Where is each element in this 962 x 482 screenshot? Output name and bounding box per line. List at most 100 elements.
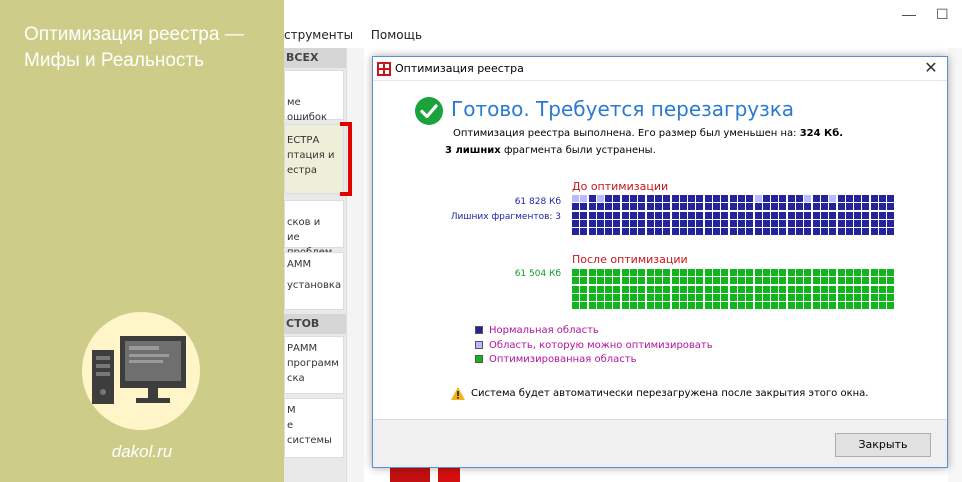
memory-block (596, 203, 604, 211)
memory-block (572, 269, 579, 276)
close-button[interactable]: Закрыть (835, 433, 931, 457)
memory-block (646, 228, 654, 236)
memory-block (613, 277, 621, 285)
memory-block (737, 219, 745, 227)
sidebar-item[interactable]: РАММ программ ска (284, 336, 344, 394)
memory-block (796, 302, 804, 310)
minimize-icon[interactable]: — (902, 6, 916, 22)
sidebar-item[interactable]: сков и ие проблем (284, 200, 344, 258)
memory-block (580, 195, 588, 202)
memory-block (837, 211, 845, 219)
memory-block (713, 195, 721, 202)
memory-block (804, 285, 812, 293)
memory-block (887, 195, 895, 202)
memory-block (696, 302, 704, 310)
memory-block (696, 293, 704, 301)
restart-warning: Система будет автоматически перезагружен… (471, 388, 869, 399)
memory-block (704, 277, 712, 285)
after-optimization-label: После оптимизации (572, 253, 688, 266)
memory-block (762, 293, 770, 301)
memory-block (704, 195, 712, 202)
memory-block (829, 203, 837, 211)
memory-block (713, 228, 721, 236)
memory-block (638, 211, 646, 219)
memory-block (621, 219, 629, 227)
sidebar-item[interactable]: М е системы (284, 398, 344, 458)
before-size: 61 828 Кб (514, 197, 561, 207)
memory-block (762, 211, 770, 219)
memory-block (796, 293, 804, 301)
maximize-icon[interactable]: ☐ (936, 6, 949, 23)
memory-block (630, 203, 638, 211)
sidebar-item-registry[interactable]: ЕСТРА птация и естра (284, 124, 344, 194)
memory-block (596, 269, 604, 276)
memory-block (787, 195, 795, 202)
memory-block (746, 211, 754, 219)
sidebar-item-label: ЕСТРА (287, 135, 320, 146)
memory-block (779, 269, 787, 276)
memory-block (746, 293, 754, 301)
memory-block (588, 228, 596, 236)
legend-label: Область, которую можно оптимизировать (489, 340, 713, 351)
memory-block (754, 293, 762, 301)
memory-block (845, 293, 853, 301)
memory-block (870, 277, 878, 285)
memory-block (654, 219, 662, 227)
memory-block (688, 302, 696, 310)
memory-block (862, 285, 870, 293)
sidebar-item[interactable]: АММ установка (284, 252, 344, 310)
memory-block (804, 293, 812, 301)
memory-block (663, 302, 671, 310)
background-scroll-strip (346, 48, 364, 482)
memory-block (721, 211, 729, 219)
memory-block (829, 285, 837, 293)
memory-block (713, 293, 721, 301)
memory-block (878, 285, 886, 293)
memory-block (787, 219, 795, 227)
memory-block (854, 302, 862, 310)
memory-block (646, 203, 654, 211)
background-right-panel (948, 48, 962, 482)
memory-block (829, 195, 837, 202)
close-icon[interactable]: ✕ (921, 58, 941, 78)
memory-block (588, 269, 596, 276)
memory-block (829, 211, 837, 219)
memory-block (588, 293, 596, 301)
memory-block (729, 195, 737, 202)
memory-block (621, 277, 629, 285)
menu-help[interactable]: Помощь (371, 28, 422, 42)
memory-block (729, 228, 737, 236)
memory-block (737, 302, 745, 310)
memory-block (638, 285, 646, 293)
legend-item-normal: Нормальная область (475, 325, 599, 336)
sidebar-item[interactable]: ме ошибок (284, 70, 344, 123)
memory-block (878, 228, 886, 236)
memory-block (845, 211, 853, 219)
memory-block (796, 285, 804, 293)
memory-block (572, 211, 579, 219)
memory-block (862, 302, 870, 310)
background-menu-bar: струменты Помощь (284, 28, 436, 42)
memory-block (779, 285, 787, 293)
memory-block (721, 285, 729, 293)
menu-tools[interactable]: струменты (284, 28, 353, 42)
memory-block (721, 203, 729, 211)
memory-block (771, 228, 779, 236)
memory-block (580, 277, 588, 285)
memory-block (621, 285, 629, 293)
memory-block (721, 195, 729, 202)
memory-block (654, 203, 662, 211)
memory-block (663, 219, 671, 227)
memory-block (663, 277, 671, 285)
memory-block (837, 293, 845, 301)
memory-block (613, 302, 621, 310)
memory-block (630, 195, 638, 202)
memory-block (845, 228, 853, 236)
memory-block (796, 269, 804, 276)
memory-block (613, 285, 621, 293)
memory-block (605, 293, 613, 301)
memory-block (829, 302, 837, 310)
size-reduction-value: 324 Кб. (799, 128, 844, 139)
memory-block (812, 277, 820, 285)
memory-block (704, 203, 712, 211)
